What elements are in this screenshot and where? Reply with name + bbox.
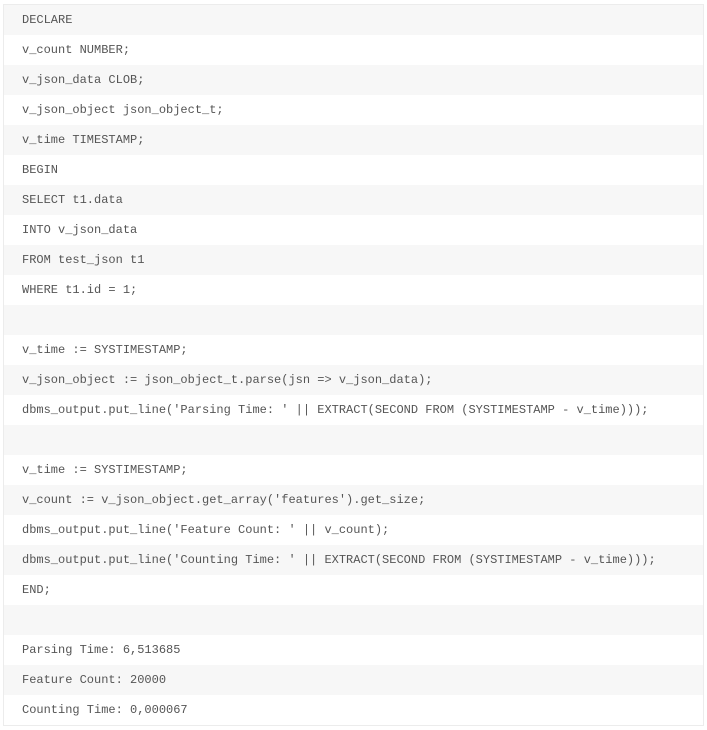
code-block: DECLARE v_count NUMBER; v_json_data CLOB… [3, 4, 704, 726]
code-line [4, 425, 703, 455]
output-line: Feature Count: 20000 [4, 665, 703, 695]
code-line: v_time TIMESTAMP; [4, 125, 703, 155]
code-line: SELECT t1.data [4, 185, 703, 215]
code-line: dbms_output.put_line('Counting Time: ' |… [4, 545, 703, 575]
code-line: v_count NUMBER; [4, 35, 703, 65]
code-line [4, 305, 703, 335]
code-line: WHERE t1.id = 1; [4, 275, 703, 305]
output-line: Parsing Time: 6,513685 [4, 635, 703, 665]
code-line: INTO v_json_data [4, 215, 703, 245]
code-line [4, 605, 703, 635]
code-line: dbms_output.put_line('Feature Count: ' |… [4, 515, 703, 545]
code-line: v_json_object := json_object_t.parse(jsn… [4, 365, 703, 395]
code-line: FROM test_json t1 [4, 245, 703, 275]
code-line: v_time := SYSTIMESTAMP; [4, 335, 703, 365]
code-line: v_json_object json_object_t; [4, 95, 703, 125]
code-line: v_count := v_json_object.get_array('feat… [4, 485, 703, 515]
code-line: DECLARE [4, 5, 703, 35]
output-line: Counting Time: 0,000067 [4, 695, 703, 725]
code-line: END; [4, 575, 703, 605]
code-line: v_time := SYSTIMESTAMP; [4, 455, 703, 485]
code-line: BEGIN [4, 155, 703, 185]
code-line: v_json_data CLOB; [4, 65, 703, 95]
code-line: dbms_output.put_line('Parsing Time: ' ||… [4, 395, 703, 425]
